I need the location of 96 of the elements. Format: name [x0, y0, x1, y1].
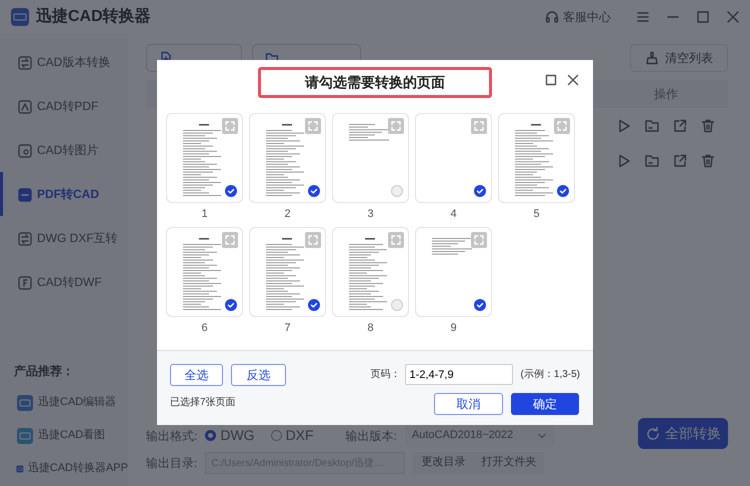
page-number: 1: [201, 207, 208, 222]
document-icon: [17, 274, 33, 290]
dialog-title: 请勾选需要转换的页面: [258, 66, 492, 98]
page-number: 2: [284, 207, 291, 222]
app-logo-icon: [16, 426, 34, 444]
menu-icon[interactable]: [636, 10, 650, 24]
page-number: 5: [533, 207, 540, 222]
document-icon: [17, 98, 33, 114]
product-link[interactable]: 迅捷CAD编辑器: [0, 386, 128, 419]
page-thumbnail[interactable]: [249, 226, 326, 316]
document-page-drawing: [266, 124, 304, 196]
page-thumbnail[interactable]: [166, 113, 243, 203]
change-folder-button[interactable]: 更改目录: [413, 452, 474, 474]
confirm-button[interactable]: 确定: [511, 393, 579, 415]
field-label: 输出版本:: [346, 428, 397, 444]
headset-icon: [545, 10, 559, 24]
page-number: 3: [367, 207, 374, 222]
convert-all-button[interactable]: 全部转换: [638, 418, 728, 449]
checkbox-icon[interactable]: [391, 185, 403, 197]
field-label: 页码：: [370, 368, 401, 382]
page-range-field[interactable]: 1-2,4-7,9: [404, 364, 513, 385]
page-thumbnail[interactable]: [415, 226, 492, 316]
page-thumbnail[interactable]: [332, 226, 409, 316]
checkmark-icon[interactable]: [557, 185, 569, 197]
document-icon: [17, 186, 33, 202]
hint-text: (示例：1,3-5): [520, 368, 580, 382]
maximize-icon[interactable]: [696, 10, 710, 24]
trash-icon[interactable]: [700, 118, 716, 134]
checkmark-icon[interactable]: [474, 185, 486, 197]
expand-icon[interactable]: [305, 118, 321, 134]
expand-icon[interactable]: [471, 232, 487, 248]
support-link[interactable]: 客服中心: [544, 7, 612, 27]
page-thumbnail[interactable]: [249, 113, 326, 203]
document-page-drawing: [349, 238, 387, 310]
expand-icon[interactable]: [471, 118, 487, 134]
trash-icon[interactable]: [700, 152, 716, 168]
document-page-drawing: [515, 124, 553, 196]
expand-icon[interactable]: [388, 118, 404, 134]
share-icon[interactable]: [672, 118, 688, 134]
document-icon: [17, 230, 33, 246]
page-thumbnail[interactable]: [498, 113, 575, 203]
app-logo-icon: [16, 394, 34, 412]
expand-icon[interactable]: [222, 232, 238, 248]
page-number: 6: [201, 320, 208, 336]
radio-option[interactable]: DWG: [205, 425, 255, 446]
document-icon: [17, 54, 33, 70]
selection-status: 已选择7张页面: [170, 396, 237, 410]
checkmark-icon[interactable]: [308, 298, 320, 310]
field-label: 输出目录:: [146, 454, 198, 472]
document-page-drawing: [266, 238, 304, 310]
document-icon: [17, 142, 33, 158]
folder-icon[interactable]: [644, 118, 660, 134]
sidebar-item[interactable]: CAD版本转换: [0, 40, 128, 84]
invert-selection-button[interactable]: 反选: [231, 364, 286, 386]
document-page-drawing: [432, 238, 472, 254]
page-thumbnail[interactable]: [332, 113, 409, 203]
sidebar-item[interactable]: CAD转DWF: [0, 260, 128, 304]
close-icon[interactable]: [567, 74, 579, 86]
product-link[interactable]: 迅捷CAD看图: [0, 419, 128, 452]
checkmark-icon[interactable]: [225, 298, 237, 310]
checkmark-icon[interactable]: [474, 298, 486, 310]
maximize-icon[interactable]: [545, 74, 557, 86]
checkmark-icon[interactable]: [308, 185, 320, 197]
app-title: 迅捷CAD转换器: [36, 6, 151, 27]
page-number: 9: [450, 320, 457, 336]
share-icon[interactable]: [672, 152, 688, 168]
field-label: 输出格式:: [146, 428, 198, 444]
select-all-button[interactable]: 全选: [170, 364, 223, 386]
page-number: 7: [284, 320, 291, 336]
page-thumbnail[interactable]: [415, 113, 492, 203]
expand-icon[interactable]: [554, 118, 570, 134]
page-number: 4: [450, 207, 457, 222]
expand-icon[interactable]: [305, 232, 321, 248]
section-heading: 产品推荐：: [14, 363, 75, 380]
open-folder-button[interactable]: 打开文件夹: [473, 452, 544, 474]
logo-icon: [10, 7, 30, 27]
product-link[interactable]: 迅捷CAD转换器APP: [0, 452, 128, 485]
expand-icon[interactable]: [388, 232, 404, 248]
document-page-drawing: [349, 124, 389, 141]
page-number: 8: [367, 320, 374, 336]
cancel-button[interactable]: 取消: [434, 393, 503, 415]
sidebar-item[interactable]: CAD转图片: [0, 128, 128, 172]
sidebar-item[interactable]: DWG DXF互转: [0, 216, 128, 260]
folder-icon[interactable]: [644, 152, 660, 168]
close-icon[interactable]: [726, 10, 740, 24]
radio-option[interactable]: DXF: [270, 425, 314, 446]
document-page-drawing: [183, 238, 221, 310]
checkbox-icon[interactable]: [391, 298, 403, 310]
page-thumbnail[interactable]: [166, 226, 243, 316]
clear-list-button[interactable]: 清空列表: [630, 44, 728, 72]
sidebar-item[interactable]: CAD转PDF: [0, 84, 128, 128]
document-page-drawing: [183, 124, 221, 196]
broom-icon: [645, 51, 659, 65]
checkmark-icon[interactable]: [225, 185, 237, 197]
refresh-icon: [645, 426, 661, 442]
expand-icon[interactable]: [222, 118, 238, 134]
